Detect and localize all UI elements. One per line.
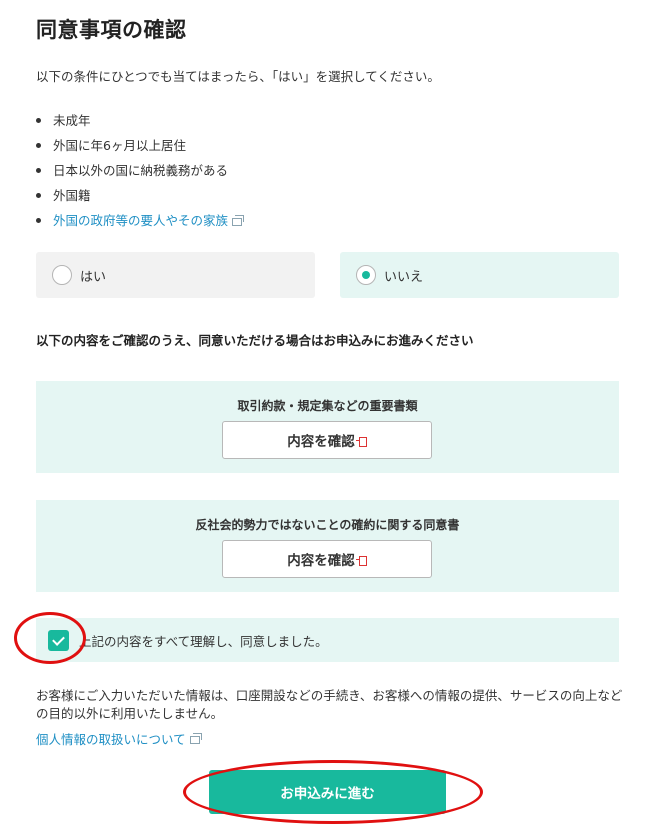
list-item: 外国に年6ヶ月以上居住: [36, 133, 242, 158]
radio-option-yes[interactable]: はい: [36, 252, 315, 298]
bullet-icon: [36, 218, 41, 223]
condition-text: 外国籍: [53, 187, 91, 203]
page-title: 同意事項の確認: [36, 18, 187, 42]
pdf-icon: [355, 437, 367, 447]
condition-text: 外国に年6ヶ月以上居住: [53, 137, 186, 153]
view-terms-button[interactable]: 内容を確認: [222, 421, 432, 459]
bullet-icon: [36, 143, 41, 148]
foreign-official-link[interactable]: 外国の政府等の要人やその家族: [53, 212, 245, 230]
list-item: 外国籍: [36, 183, 242, 208]
confirm-heading: 以下の内容をご確認のうえ、同意いただける場合はお申込みにお進みください: [36, 333, 474, 348]
view-antisocial-button[interactable]: 内容を確認: [222, 540, 432, 578]
radio-no-label: いいえ: [384, 269, 424, 285]
intro-text: 以下の条件にひとつでも当てはまったら、「はい」を選択してください。: [36, 69, 440, 84]
radio-checked-icon: [356, 265, 376, 285]
bullet-icon: [36, 193, 41, 198]
foreign-official-link-label: 外国の政府等の要人やその家族: [53, 212, 229, 228]
view-terms-button-label: 内容を確認: [287, 434, 355, 450]
condition-text: 日本以外の国に納税義務がある: [53, 162, 229, 178]
privacy-policy-link[interactable]: 個人情報の取扱いについて: [36, 729, 202, 748]
radio-option-no[interactable]: いいえ: [340, 252, 619, 298]
document-panel-terms: 取引約款・規定集などの重要書類 内容を確認: [36, 381, 619, 473]
agreement-label: 上記の内容をすべて理解し、同意しました。: [79, 633, 328, 649]
list-item: 外国の政府等の要人やその家族: [36, 208, 245, 233]
external-link-icon: [232, 214, 245, 226]
bullet-icon: [36, 168, 41, 173]
pdf-icon: [355, 556, 367, 566]
radio-circle-icon: [52, 265, 72, 285]
list-item: 日本以外の国に納税義務がある: [36, 158, 242, 183]
privacy-note: お客様にご入力いただいた情報は、口座開設などの手続き、お客様への情報の提供、サー…: [36, 688, 623, 721]
submit-button-label: お申込みに進む: [280, 786, 375, 802]
list-item: 未成年: [36, 108, 242, 133]
document-title: 反社会的勢力ではないことの確約に関する同意書: [195, 518, 460, 532]
condition-list: 未成年 外国に年6ヶ月以上居住 日本以外の国に納税義務がある 外国籍 外国の政府…: [36, 108, 245, 233]
checkbox-checked-icon[interactable]: [48, 629, 69, 651]
bullet-icon: [36, 118, 41, 123]
document-title: 取引約款・規定集などの重要書類: [237, 399, 418, 413]
document-panel-antisocial: 反社会的勢力ではないことの確約に関する同意書 内容を確認: [36, 500, 619, 592]
condition-text: 未成年: [53, 112, 91, 128]
radio-yes-label: はい: [80, 269, 107, 285]
submit-application-button[interactable]: お申込みに進む: [209, 770, 446, 814]
agreement-checkbox-row[interactable]: 上記の内容をすべて理解し、同意しました。: [36, 618, 619, 662]
privacy-policy-link-label: 個人情報の取扱いについて: [36, 732, 186, 747]
external-link-icon: [189, 732, 202, 744]
view-antisocial-button-label: 内容を確認: [287, 553, 355, 569]
